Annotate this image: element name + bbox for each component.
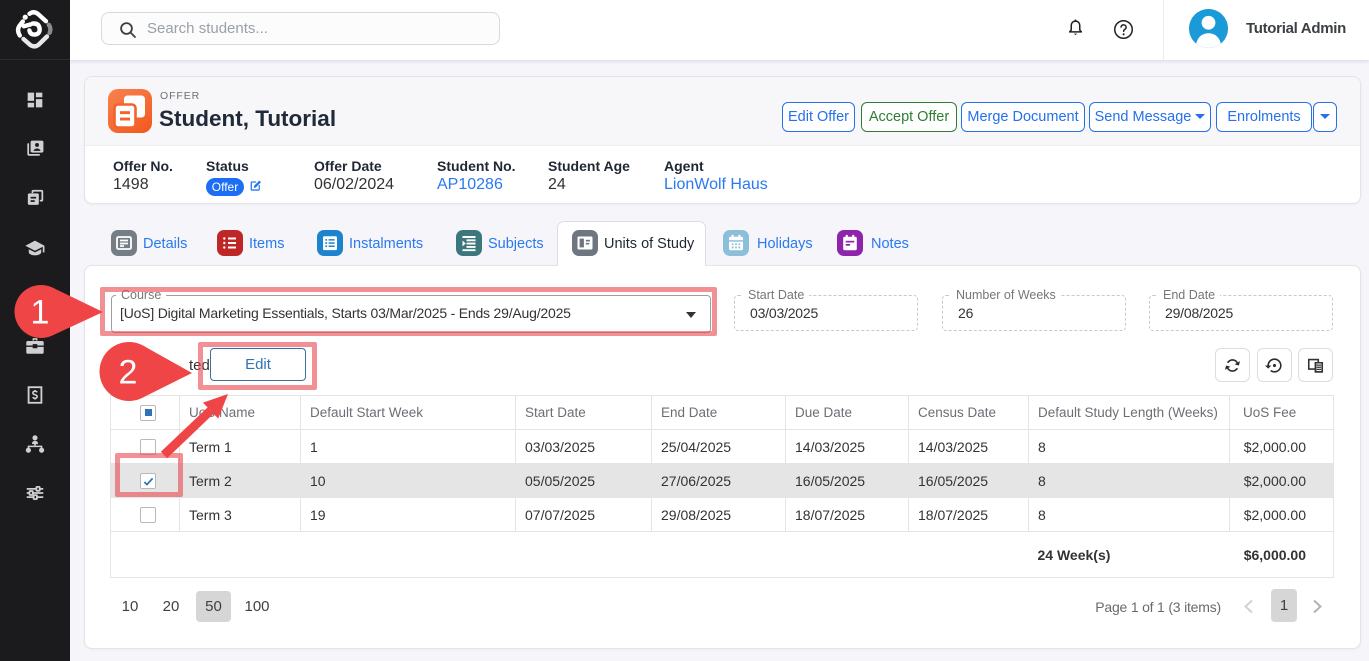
svg-text:1: 1	[31, 294, 50, 332]
svg-text:2: 2	[119, 354, 138, 392]
